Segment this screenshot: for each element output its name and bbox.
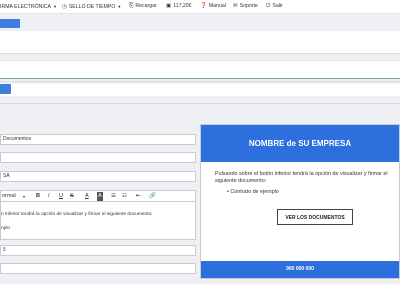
nav-recargar[interactable]: ⎘ Recargar bbox=[129, 0, 157, 13]
logout-icon: ⏻ bbox=[266, 3, 271, 9]
rich-text-editor[interactable]: n inferior tendrá la opción de visualiza… bbox=[0, 202, 196, 240]
blue-action-button[interactable] bbox=[0, 84, 11, 94]
chevron-down-icon: ▼ bbox=[53, 4, 57, 9]
highlight-button[interactable]: A bbox=[97, 192, 103, 201]
nav-firma-electronica[interactable]: IRMA ELECTRÓNICA ▼ bbox=[0, 0, 57, 13]
editor-line: nplo bbox=[1, 226, 11, 231]
text-input[interactable] bbox=[0, 152, 196, 163]
reload-icon: ⎘ bbox=[129, 3, 134, 9]
clock-icon: ◷ bbox=[62, 4, 67, 10]
text-input[interactable]: 5 bbox=[0, 245, 196, 256]
nav-soporte[interactable]: ✉ Soporte bbox=[233, 0, 258, 13]
top-nav-bar: IRMA ELECTRÓNICA ▼ ◷ SELLO DE TIEMPO ▼ ⎘ Rec… bbox=[0, 0, 400, 14]
chevron-down-icon: ▼ bbox=[117, 4, 122, 9]
form-row bbox=[0, 31, 400, 53]
bullet-list-icon[interactable]: ☷ bbox=[122, 192, 127, 201]
chevron-down-icon: ▾ bbox=[23, 194, 26, 199]
nav-balance[interactable]: ▣ 117,20€ bbox=[166, 0, 192, 13]
divider bbox=[0, 53, 400, 54]
help-icon: ❓ bbox=[200, 3, 207, 9]
nav-sello-de-tiempo[interactable]: ◷ SELLO DE TIEMPO ▼ bbox=[62, 0, 121, 13]
wallet-icon: ▣ bbox=[166, 3, 172, 9]
italic-button[interactable]: I bbox=[48, 192, 50, 201]
primary-action-button[interactable] bbox=[0, 19, 20, 28]
ordered-list-icon[interactable]: ☰ bbox=[111, 192, 116, 201]
format-select[interactable]: ormal bbox=[2, 192, 16, 201]
editor-line: n inferior tendrá la opción de visualiza… bbox=[1, 212, 153, 217]
divider bbox=[0, 103, 400, 104]
input-row[interactable] bbox=[0, 60, 400, 79]
nav-manual[interactable]: ❓ Manual bbox=[200, 0, 226, 13]
preview-body: Pulsando sobre el botón inferior tendrá … bbox=[215, 171, 395, 196]
indent-icon[interactable]: ⇤ bbox=[136, 192, 141, 201]
strike-button[interactable]: S bbox=[70, 192, 74, 201]
link-icon[interactable]: 🔗 bbox=[149, 192, 156, 201]
form-row bbox=[0, 84, 400, 96]
nav-salir[interactable]: ⏻ Salir bbox=[266, 0, 283, 13]
preview-text: Pulsando sobre el botón inferior tendrá … bbox=[215, 171, 388, 184]
view-documents-button[interactable]: VER LOS DOCUMENTOS bbox=[277, 209, 353, 225]
preview-bullet: • Contrato de ejemplo bbox=[227, 189, 279, 195]
phone-footer: 900 000 000 bbox=[201, 261, 399, 278]
underline-button[interactable]: U bbox=[59, 192, 63, 201]
document-title-input[interactable]: Documentos bbox=[0, 134, 196, 145]
text-input[interactable] bbox=[0, 263, 196, 274]
email-preview: NOMBRE de SU EMPRESA Pulsando sobre el b… bbox=[200, 124, 400, 279]
editor-toolbar: ormal ▾ B I U S A A ☰ ☷ ⇤ 🔗 bbox=[0, 190, 196, 202]
text-input[interactable]: SA bbox=[0, 171, 196, 182]
text-color-button[interactable]: A bbox=[85, 192, 89, 201]
divider bbox=[0, 81, 400, 82]
bold-button[interactable]: B bbox=[36, 192, 40, 201]
company-name-header: NOMBRE de SU EMPRESA bbox=[201, 125, 399, 162]
mail-icon: ✉ bbox=[233, 3, 238, 9]
